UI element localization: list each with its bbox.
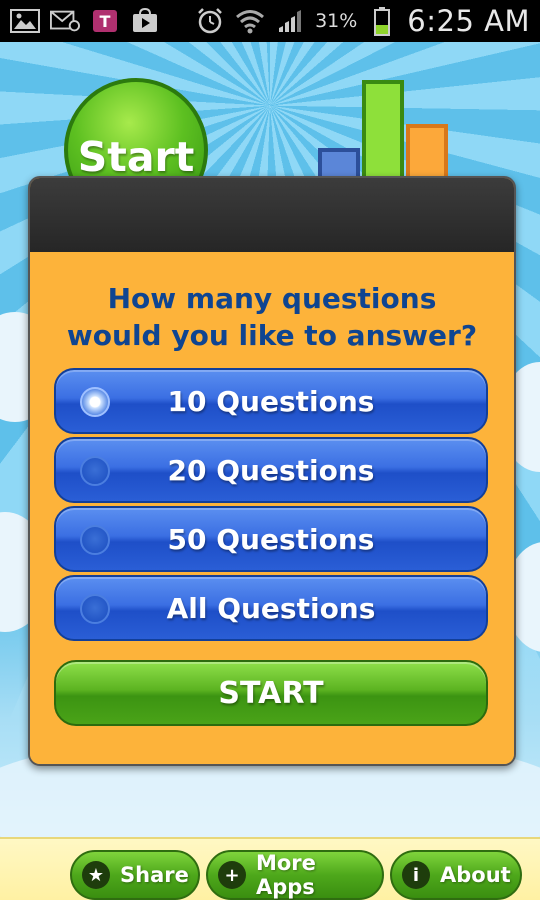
status-bar: T 31% 6:25 AM xyxy=(0,0,540,42)
bottom-action-bar: ★ Share + More Apps i About xyxy=(0,837,540,900)
play-store-icon xyxy=(130,8,160,33)
about-label: About xyxy=(440,863,511,887)
question-prompt: How many questions would you like to ans… xyxy=(66,282,478,352)
dialog-header xyxy=(30,178,514,252)
option-all-questions[interactable]: All Questions xyxy=(54,575,488,641)
more-apps-button[interactable]: + More Apps xyxy=(206,850,384,900)
option-label: 10 Questions xyxy=(167,384,375,418)
about-button[interactable]: i About xyxy=(390,850,522,900)
status-bar-notifications: T xyxy=(10,8,160,33)
question-count-dialog: How many questions would you like to ans… xyxy=(28,176,516,766)
start-button[interactable]: START xyxy=(54,660,488,726)
option-label: 50 Questions xyxy=(167,522,375,556)
radio-unselected-icon[interactable] xyxy=(80,594,110,624)
more-apps-label: More Apps xyxy=(255,851,316,899)
plus-icon: + xyxy=(218,861,246,889)
email-icon xyxy=(50,9,80,33)
radio-unselected-icon[interactable] xyxy=(80,525,110,555)
clock: 6:25 AM xyxy=(407,4,530,38)
status-bar-system: 31% 6:25 AM xyxy=(195,4,530,38)
battery-percent: 31% xyxy=(315,10,358,32)
gallery-icon xyxy=(10,9,40,33)
carrier-app-icon: T xyxy=(90,9,120,33)
start-logo-text: Start xyxy=(77,133,195,181)
radio-selected-icon[interactable] xyxy=(80,387,110,417)
info-icon: i xyxy=(402,861,430,889)
signal-icon xyxy=(275,9,305,33)
battery-icon xyxy=(367,7,397,36)
share-button[interactable]: ★ Share xyxy=(70,850,200,900)
option-label: 20 Questions xyxy=(167,453,375,487)
star-icon: ★ xyxy=(82,861,110,889)
wifi-icon xyxy=(235,9,265,34)
option-20-questions[interactable]: 20 Questions xyxy=(54,437,488,503)
option-label: All Questions xyxy=(166,591,376,625)
option-50-questions[interactable]: 50 Questions xyxy=(54,506,488,572)
radio-unselected-icon[interactable] xyxy=(80,456,110,486)
svg-text:T: T xyxy=(100,12,111,31)
start-button-label: START xyxy=(218,675,324,711)
dialog-body: How many questions would you like to ans… xyxy=(30,252,514,764)
option-10-questions[interactable]: 10 Questions xyxy=(54,368,488,434)
share-label: Share xyxy=(120,863,189,887)
alarm-icon xyxy=(195,8,225,34)
chart-bar-green-graphic xyxy=(362,80,404,188)
